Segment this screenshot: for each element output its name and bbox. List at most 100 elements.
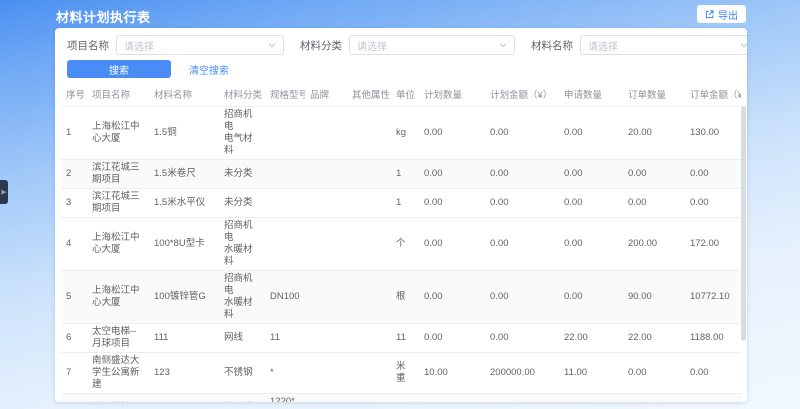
table-row: 3滨江花城三期项目1.5米水平仪未分类10.000.000.000.000.00: [61, 189, 741, 218]
filter-label: 材料分类: [300, 38, 342, 53]
table-cell: 滨江花城8期项目-分包: [87, 394, 149, 403]
column-header-3: 材料分类: [219, 82, 265, 107]
column-header-7: 单位: [391, 82, 419, 107]
table-row: 7南侧盛达大学生公寓新建123不锈钢*米重10.00200000.0011.00…: [61, 353, 741, 394]
filter-actions: 搜索 清空搜索: [55, 55, 747, 82]
table-cell: 0.00: [419, 218, 485, 271]
table-cell: 12石膏板: [149, 394, 219, 403]
column-header-4: 规格型号: [265, 82, 305, 107]
table-row: 8滨江花城8期项目-分包12石膏板墙面辅材1220*2440*12龙牌根0.00…: [61, 394, 741, 403]
table-cell: 太空电梯--月球项目: [87, 324, 149, 353]
search-button[interactable]: 搜索: [67, 60, 171, 78]
table-cell: 8: [61, 394, 87, 403]
table-cell: 上海松江中心大厦: [87, 218, 149, 271]
table-cell: 0.00: [559, 218, 623, 271]
table-row: 2滨江花城三期项目1.5米卷尺未分类10.000.000.000.000.00: [61, 160, 741, 189]
table-cell: 0.00: [485, 218, 559, 271]
table-container: 序号项目名称材料名称材料分类规格型号品牌其他属性单位计划数量计划金额（¥）申请数…: [55, 82, 747, 402]
table-cell: [305, 271, 347, 324]
table-cell: [347, 160, 391, 189]
column-header-10: 申请数量: [559, 82, 623, 107]
table-cell: [347, 189, 391, 218]
column-header-12: 订单金额（¥）: [685, 82, 741, 107]
table-row: 5上海松江中心大厦100镀锌管G招商机电 水暖材料DN100根0.000.000…: [61, 271, 741, 324]
table-cell: 墙面辅材: [219, 394, 265, 403]
table-cell: [265, 107, 305, 160]
table-cell: 南侧盛达大学生公寓新建: [87, 353, 149, 394]
chevron-down-icon: [740, 41, 747, 49]
select-placeholder: 请选择: [588, 38, 618, 53]
table-cell: 20.00: [623, 107, 685, 160]
table-cell: 上海松江中心大厦: [87, 271, 149, 324]
column-header-8: 计划数量: [419, 82, 485, 107]
clear-search-link[interactable]: 清空搜索: [189, 62, 229, 77]
table-cell: 0.00: [485, 189, 559, 218]
material-name-select[interactable]: 请选择: [580, 35, 747, 55]
filter-label: 项目名称: [67, 38, 109, 53]
table-cell: 0.00: [559, 160, 623, 189]
table-cell: DN100: [265, 271, 305, 324]
table-cell: 11: [265, 324, 305, 353]
table-cell: 未分类: [219, 160, 265, 189]
table-cell: 0.00: [559, 189, 623, 218]
table-cell: 0.00: [623, 353, 685, 394]
select-placeholder: 请选择: [357, 38, 387, 53]
table-cell: 0.00: [685, 394, 741, 403]
column-header-5: 品牌: [305, 82, 347, 107]
table-cell: 0.00: [559, 107, 623, 160]
table-cell: 100*8U型卡: [149, 218, 219, 271]
chevron-down-icon: [499, 41, 507, 49]
table-cell: 0.00: [623, 160, 685, 189]
table-cell: *: [265, 353, 305, 394]
table-cell: 上海松江中心大厦: [87, 107, 149, 160]
table-cell: 个: [391, 218, 419, 271]
table-cell: 10.00: [419, 353, 485, 394]
table-body: 1上海松江中心大厦1.5铜招商机电 电气材料kg0.000.000.0020.0…: [61, 107, 741, 403]
table-cell: 0.00: [485, 107, 559, 160]
table-cell: 0.00: [685, 353, 741, 394]
table-cell: 米重: [391, 353, 419, 394]
table-cell: 1220*2440*12: [265, 394, 305, 403]
table-cell: 0.00: [419, 394, 485, 403]
table-cell: [347, 218, 391, 271]
select-placeholder: 请选择: [124, 38, 154, 53]
column-header-6: 其他属性: [347, 82, 391, 107]
table-cell: 1: [61, 107, 87, 160]
table-cell: 1.5铜: [149, 107, 219, 160]
material-category-select[interactable]: 请选择: [349, 35, 515, 55]
export-button[interactable]: 导出: [697, 5, 746, 23]
column-header-0: 序号: [61, 82, 87, 107]
table-cell: 不锈钢: [219, 353, 265, 394]
filter-project-name: 项目名称 请选择: [67, 35, 284, 55]
table-cell: 172.00: [685, 218, 741, 271]
table-cell: [347, 394, 391, 403]
table-cell: 200.00: [623, 218, 685, 271]
table-cell: [305, 189, 347, 218]
table-cell: [305, 324, 347, 353]
table-cell: 123: [149, 353, 219, 394]
table-row: 4上海松江中心大厦100*8U型卡招商机电 水暖材料个0.000.000.002…: [61, 218, 741, 271]
table-cell: [265, 189, 305, 218]
table-cell: [265, 218, 305, 271]
vertical-scrollbar[interactable]: [741, 106, 746, 341]
table-cell: 11.00: [559, 353, 623, 394]
table-cell: [265, 160, 305, 189]
table-cell: 22.00: [623, 324, 685, 353]
table-cell: 0.00: [623, 394, 685, 403]
export-icon: [705, 10, 714, 19]
table-cell: [305, 107, 347, 160]
table-cell: [305, 218, 347, 271]
sidebar-collapsed-tab[interactable]: ▶: [0, 180, 8, 204]
column-header-2: 材料名称: [149, 82, 219, 107]
table-cell: 0.00: [419, 160, 485, 189]
table-cell: [347, 353, 391, 394]
table-cell: 0.00: [685, 189, 741, 218]
table-cell: 11: [391, 324, 419, 353]
table-cell: 0.00: [559, 271, 623, 324]
table-cell: 招商机电 水暖材料: [219, 271, 265, 324]
table-cell: 111: [149, 324, 219, 353]
project-name-select[interactable]: 请选择: [116, 35, 284, 55]
table-cell: 1: [391, 189, 419, 218]
table-cell: 龙牌: [305, 394, 347, 403]
column-header-11: 订单数量: [623, 82, 685, 107]
